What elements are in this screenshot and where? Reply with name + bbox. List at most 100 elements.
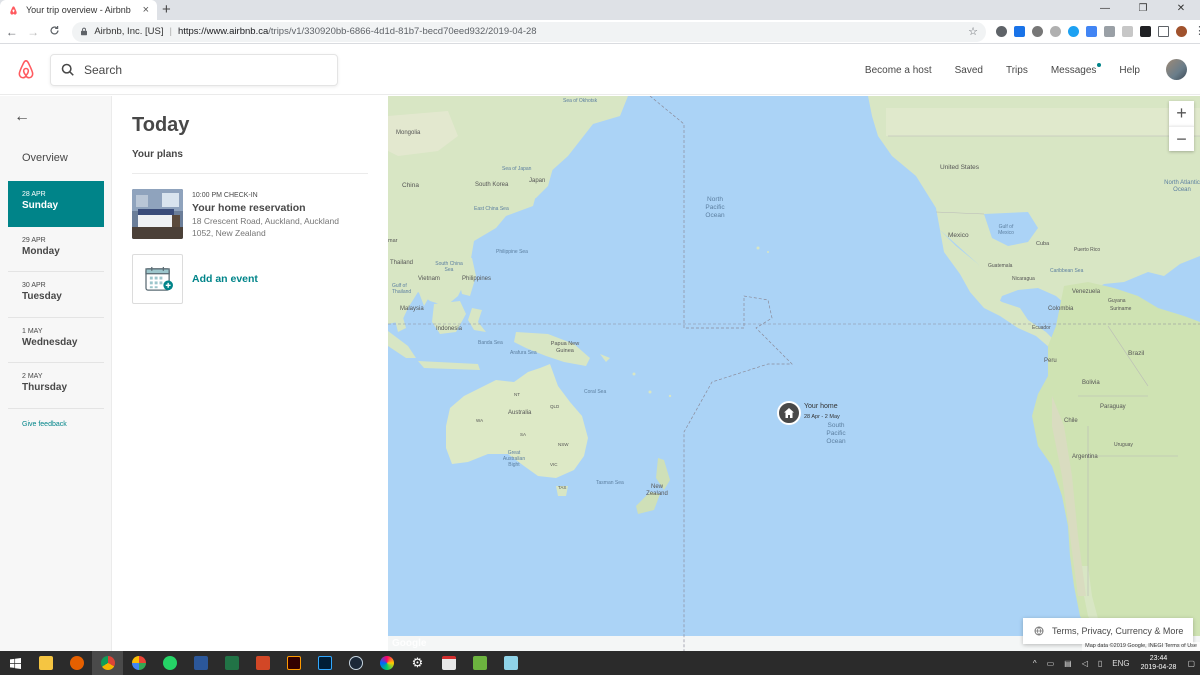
day-item-28-apr[interactable]: 28 APR Sunday: [8, 181, 104, 227]
nav-saved[interactable]: Saved: [955, 65, 983, 76]
day-name: Monday: [22, 245, 60, 257]
reservation-address: 18 Crescent Road, Auckland, Auckland 105…: [192, 216, 339, 238]
map-label: Bolivia: [1082, 380, 1100, 386]
give-feedback-link[interactable]: Give feedback: [22, 421, 67, 428]
pin-label: Your home: [804, 403, 838, 410]
zoom-in-button[interactable]: +: [1169, 101, 1194, 126]
trip-day-sidebar: ← Overview 28 APR Sunday 29 APR Monday 3…: [0, 96, 112, 651]
taskbar-file-explorer[interactable]: [30, 651, 61, 675]
day-date: 29 APR: [22, 236, 46, 244]
browser-menu-icon[interactable]: ⋮: [1194, 26, 1200, 37]
map-label: New Zealand: [646, 484, 668, 497]
bedroom-photo-icon: [132, 189, 183, 239]
url-path: /trips/v1/330920bb-6866-4d1d-81b7-becd70…: [268, 26, 537, 37]
taskbar-whatsapp[interactable]: [154, 651, 185, 675]
taskbar-steam[interactable]: [340, 651, 371, 675]
taskbar-word[interactable]: [185, 651, 216, 675]
taskbar-app-15[interactable]: [464, 651, 495, 675]
taskbar-app-12[interactable]: [371, 651, 402, 675]
nav-become-a-host[interactable]: Become a host: [865, 65, 932, 76]
home-map-pin[interactable]: [777, 401, 801, 425]
back-button[interactable]: ←: [2, 25, 21, 39]
forward-button[interactable]: →: [23, 25, 42, 39]
window-controls: — ❐ ✕: [1086, 0, 1200, 20]
add-event-tile[interactable]: [132, 254, 183, 304]
reservation-title[interactable]: Your home reservation: [192, 202, 306, 214]
reservation-time: 10:00 PM CHECK-IN: [192, 192, 258, 199]
address-bar[interactable]: Airbnb, Inc. [US] | https://www.airbnb.c…: [72, 21, 987, 42]
extension-clipboard-icon[interactable]: [1086, 26, 1098, 37]
extension-grid-icon[interactable]: [1104, 26, 1116, 37]
add-event-link[interactable]: Add an event: [192, 273, 258, 285]
tray-overflow-icon[interactable]: ^: [1033, 659, 1037, 668]
map-label: Japan: [529, 178, 546, 184]
new-tab-button[interactable]: +: [162, 2, 171, 18]
day-item-29-apr[interactable]: 29 APR Monday: [8, 227, 104, 272]
minimize-button[interactable]: —: [1086, 0, 1124, 20]
terms-privacy-button[interactable]: Terms, Privacy, Currency & More: [1023, 618, 1193, 644]
volume-icon[interactable]: ◁: [1082, 659, 1088, 668]
day-item-2-may[interactable]: 2 MAY Thursday: [8, 363, 104, 409]
extension-shield-icon[interactable]: [996, 26, 1008, 37]
overview-link[interactable]: Overview: [22, 152, 68, 164]
map-label: Peru: [1044, 358, 1057, 364]
power-icon[interactable]: ▯: [1098, 659, 1102, 668]
avatar[interactable]: [1166, 59, 1187, 80]
map-attribution[interactable]: Map data ©2019 Google, INEGI Terms of Us…: [1082, 642, 1200, 651]
day-name: Sunday: [22, 200, 59, 211]
colorwheel-icon: [379, 656, 394, 670]
steam-icon: [348, 656, 363, 670]
url-text[interactable]: https://www.airbnb.ca/trips/v1/330920bb-…: [178, 26, 968, 37]
url-domain: https://www.airbnb.ca: [177, 26, 269, 37]
search-input[interactable]: [84, 63, 304, 77]
extension-ring-icon[interactable]: [1050, 26, 1062, 37]
map-label: Vietnam: [418, 276, 440, 282]
taskbar-chrome[interactable]: [92, 651, 123, 675]
close-window-button[interactable]: ✕: [1162, 0, 1200, 20]
taskbar-firefox[interactable]: [61, 651, 92, 675]
trip-map[interactable]: Sea of Okhotsk Mongolia China Sea of Jap…: [388, 96, 1200, 651]
maximize-button[interactable]: ❐: [1124, 0, 1162, 20]
map-label: Colombia: [1048, 306, 1074, 312]
bookmark-star-icon[interactable]: ☆: [968, 25, 978, 38]
nav-trips[interactable]: Trips: [1006, 65, 1028, 76]
pdf-icon: [441, 656, 456, 670]
extension-bird-icon[interactable]: [1068, 26, 1080, 37]
extension-gear-icon[interactable]: [1032, 26, 1044, 37]
day-item-30-apr[interactable]: 30 APR Tuesday: [8, 272, 104, 318]
tab-title: Your trip overview - Airbnb: [26, 5, 131, 15]
language-indicator[interactable]: ENG: [1112, 659, 1129, 668]
tab-close-icon[interactable]: ×: [143, 4, 149, 16]
notifications-icon[interactable]: ▢: [1187, 659, 1195, 668]
taskbar-settings[interactable]: ⚙: [402, 651, 433, 675]
colorful-app-icon: [131, 656, 146, 670]
search-box[interactable]: [50, 54, 338, 86]
taskbar-acrobat[interactable]: [433, 651, 464, 675]
browser-tab[interactable]: Your trip overview - Airbnb ×: [0, 0, 157, 20]
back-arrow-icon[interactable]: ←: [14, 108, 30, 126]
extension-doc-icon[interactable]: [1122, 26, 1134, 37]
taskbar-app-16[interactable]: [495, 651, 526, 675]
reservation-photo[interactable]: [132, 189, 183, 239]
start-button[interactable]: [0, 651, 30, 675]
extension-dark-icon[interactable]: [1140, 26, 1152, 37]
reload-button[interactable]: [45, 25, 64, 39]
nav-messages[interactable]: Messages: [1051, 62, 1102, 76]
taskbar-photoshop[interactable]: [309, 651, 340, 675]
nav-help[interactable]: Help: [1119, 65, 1140, 76]
taskbar-illustrator[interactable]: [278, 651, 309, 675]
taskbar-app-4[interactable]: [123, 651, 154, 675]
airbnb-logo-icon[interactable]: [16, 59, 36, 81]
day-list: 28 APR Sunday 29 APR Monday 30 APR Tuesd…: [8, 181, 104, 409]
taskbar-powerpoint[interactable]: [247, 651, 278, 675]
cast-icon[interactable]: [1158, 26, 1170, 37]
battery-icon[interactable]: ▭: [1047, 659, 1055, 668]
network-icon[interactable]: ▤: [1064, 659, 1072, 668]
zoom-out-button[interactable]: −: [1169, 126, 1194, 151]
map-label: Philippines: [462, 276, 492, 282]
profile-avatar-icon[interactable]: [1176, 26, 1188, 37]
taskbar-excel[interactable]: [216, 651, 247, 675]
day-item-1-may[interactable]: 1 MAY Wednesday: [8, 318, 104, 363]
extension-badge-icon[interactable]: [1014, 26, 1026, 37]
taskbar-clock[interactable]: 23:44 2019-04-28: [1141, 654, 1177, 672]
